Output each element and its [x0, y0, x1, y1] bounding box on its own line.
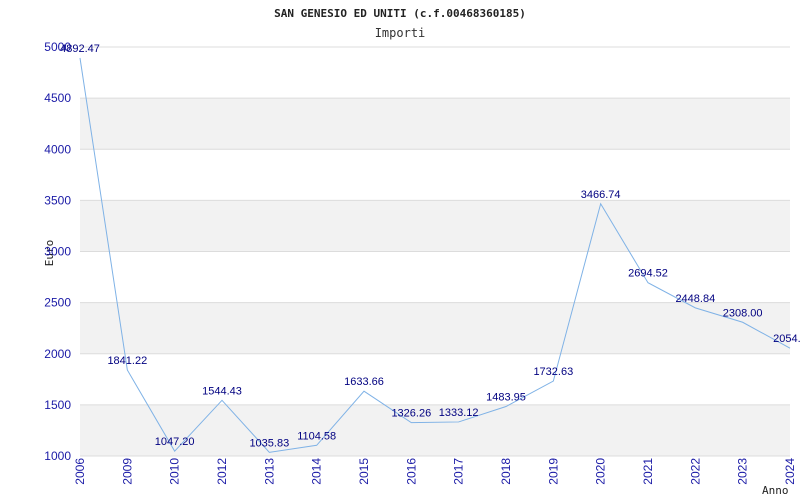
x-tick-label: 2009 — [120, 458, 134, 485]
chart: SAN GENESIO ED UNITI (c.f.00468360185) I… — [43, 7, 800, 497]
plot-band — [80, 149, 790, 201]
x-tick-label: 2012 — [215, 458, 229, 485]
y-tick-label: 3500 — [44, 193, 71, 207]
data-label: 1104.58 — [297, 430, 336, 442]
data-label: 2054.7 — [773, 333, 800, 345]
y-tick-label: 4000 — [44, 142, 71, 156]
data-label: 1732.63 — [533, 366, 573, 378]
x-tick-label: 2018 — [499, 458, 513, 485]
x-tick-label: 2017 — [452, 458, 466, 485]
y-tick-label: 2500 — [44, 296, 71, 310]
data-label: 2448.84 — [675, 293, 715, 305]
plot-band — [80, 302, 790, 354]
x-axis-label: Anno — [762, 484, 789, 497]
y-tick-label: 3000 — [44, 245, 71, 259]
data-label: 1047.20 — [155, 436, 195, 448]
data-label: 1633.66 — [344, 376, 384, 388]
data-label: 1035.83 — [249, 437, 289, 449]
x-tick-label: 2015 — [357, 458, 371, 485]
y-ticks: 100015002000250030003500400045005000 — [44, 40, 71, 463]
y-tick-label: 1000 — [44, 449, 71, 463]
plot-band — [80, 98, 790, 150]
x-tick-label: 2019 — [546, 458, 560, 485]
x-ticks: 2006 2009 2010 2012 2013 2014 2015 2016 2017 2018… — [73, 458, 797, 485]
data-label: 1326.26 — [391, 408, 431, 420]
x-tick-label: 2021 — [641, 458, 655, 485]
plot-band — [80, 353, 790, 405]
x-tick-label: 2014 — [310, 458, 324, 485]
plot-band — [80, 47, 790, 99]
y-tick-label: 2000 — [44, 347, 71, 361]
x-tick-label: 2016 — [404, 458, 418, 485]
data-label: 4892.47 — [60, 43, 100, 55]
x-tick-label: 2023 — [736, 458, 750, 485]
plot-band — [80, 200, 790, 252]
x-tick-label: 2013 — [262, 458, 276, 485]
chart-title: SAN GENESIO ED UNITI (c.f.00468360185) — [274, 7, 526, 20]
data-label: 1841.22 — [107, 355, 147, 367]
data-label: 3466.74 — [581, 189, 621, 201]
x-tick-label: 2024 — [783, 458, 797, 485]
chart-subtitle: Importi — [375, 26, 426, 40]
x-tick-label: 2020 — [594, 458, 608, 485]
x-tick-label: 2010 — [168, 458, 182, 485]
data-label: 2694.52 — [628, 268, 668, 280]
data-label: 1333.12 — [439, 407, 479, 419]
y-tick-label: 1500 — [44, 398, 71, 412]
data-label: 1483.95 — [486, 392, 526, 404]
plot-band — [80, 404, 790, 456]
data-label: 1544.43 — [202, 385, 242, 397]
y-tick-label: 4500 — [44, 91, 71, 105]
x-tick-label: 2006 — [73, 458, 87, 485]
x-tick-label: 2022 — [688, 458, 702, 485]
data-label: 2308.00 — [723, 307, 763, 319]
